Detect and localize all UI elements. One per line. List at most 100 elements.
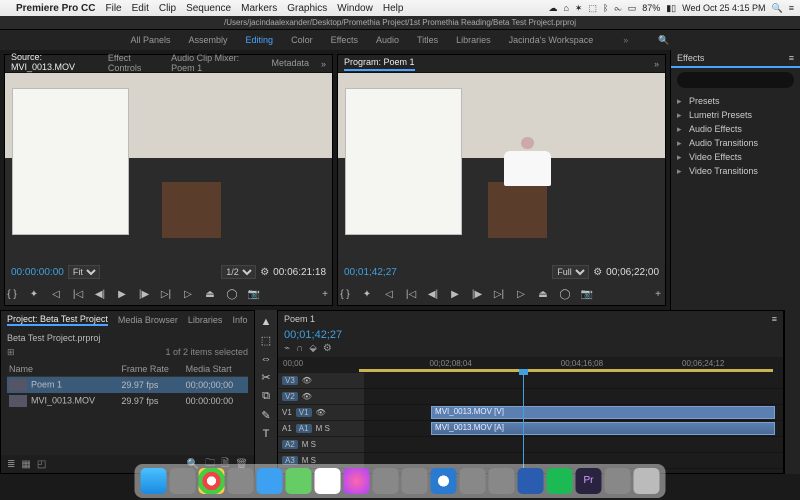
source-viewer[interactable]: [5, 73, 332, 261]
linked-selection-icon[interactable]: ∩: [296, 343, 303, 354]
spotlight-icon[interactable]: 🔍: [772, 3, 783, 14]
dock-premiere[interactable]: Pr: [576, 468, 602, 494]
marker-icon[interactable]: ⬙: [309, 343, 317, 354]
menu-clip[interactable]: Clip: [159, 3, 176, 14]
ws-assembly[interactable]: Assembly: [189, 35, 228, 45]
marker-button[interactable]: ✦: [360, 289, 374, 300]
libraries-tab[interactable]: Libraries: [188, 315, 223, 325]
program-tab[interactable]: Program: Poem 1: [344, 57, 415, 71]
track-a1[interactable]: A1A1M S: [278, 421, 364, 437]
export-frame-button[interactable]: 📷: [580, 289, 594, 300]
source-tab[interactable]: Source: MVI_0013.MOV: [11, 52, 96, 76]
ws-effects[interactable]: Effects: [331, 35, 358, 45]
playhead[interactable]: [523, 373, 524, 473]
play-button[interactable]: ▶: [115, 289, 129, 300]
effects-folder-audio-effects[interactable]: Audio Effects: [675, 122, 796, 136]
dock-word[interactable]: [518, 468, 544, 494]
panel-menu-icon[interactable]: »: [654, 59, 659, 69]
audio-clip[interactable]: MVI_0013.MOV [A]: [431, 422, 775, 435]
mark-in-button[interactable]: { }: [5, 289, 19, 300]
ws-editing[interactable]: Editing: [246, 35, 274, 45]
col-start[interactable]: Media Start: [184, 362, 248, 377]
button-editor-icon[interactable]: +: [651, 289, 665, 300]
dock-app[interactable]: [402, 468, 428, 494]
effects-folder-video-effects[interactable]: Video Effects: [675, 150, 796, 164]
dock-trash[interactable]: [634, 468, 660, 494]
video-clip[interactable]: MVI_0013.MOV [V]: [431, 406, 775, 419]
step-back-button[interactable]: |◁: [404, 289, 418, 300]
track-v3[interactable]: V3👁: [278, 373, 364, 389]
razor-tool[interactable]: ✂: [261, 371, 270, 384]
dock-maps[interactable]: [286, 468, 312, 494]
frame-fwd-button[interactable]: |▶: [137, 289, 151, 300]
dock-photos[interactable]: [315, 468, 341, 494]
lift-button[interactable]: ⏏: [536, 289, 550, 300]
project-item-sequence[interactable]: Poem 129.97 fps00;00;00;00: [7, 377, 248, 394]
step-fwd-button[interactable]: ▷|: [492, 289, 506, 300]
col-name[interactable]: Name: [7, 362, 119, 377]
dock-mail[interactable]: [257, 468, 283, 494]
extract-button[interactable]: ◯: [558, 289, 572, 300]
dropbox-icon[interactable]: ⬚: [588, 3, 597, 14]
sequence-name[interactable]: Poem 1: [284, 314, 315, 324]
panel-menu-icon[interactable]: ≡: [789, 53, 794, 63]
project-tab[interactable]: Project: Beta Test Project: [7, 314, 108, 326]
source-resolution-select[interactable]: 1/2: [221, 265, 256, 279]
settings-icon[interactable]: ⚙: [323, 343, 332, 354]
step-back-button[interactable]: |◁: [71, 289, 85, 300]
track-v2[interactable]: V2👁: [278, 389, 364, 405]
search-icon[interactable]: 🔍: [658, 35, 669, 46]
ws-libraries[interactable]: Libraries: [456, 35, 491, 45]
ripple-tool[interactable]: ⇔: [261, 353, 272, 365]
time-ruler[interactable]: 00;00 00;02;08;04 00;04;16;08 00;06;24;1…: [278, 357, 783, 373]
media-browser-tab[interactable]: Media Browser: [118, 315, 178, 325]
dock-app[interactable]: [228, 468, 254, 494]
program-viewer[interactable]: [338, 73, 665, 261]
track-select-tool[interactable]: ⬚: [261, 334, 271, 347]
settings-icon[interactable]: ⚙: [260, 267, 269, 278]
effects-folder-video-transitions[interactable]: Video Transitions: [675, 164, 796, 178]
icon-view-icon[interactable]: ▦: [21, 459, 30, 470]
export-frame-button[interactable]: 📷: [247, 289, 261, 300]
menu-file[interactable]: File: [105, 3, 121, 14]
panel-menu-icon[interactable]: ≡: [772, 314, 777, 324]
project-item-clip[interactable]: MVI_0013.MOV29.97 fps00:00:00:00: [7, 393, 248, 409]
dock-app[interactable]: [605, 468, 631, 494]
info-tab[interactable]: Info: [232, 315, 247, 325]
go-in-button[interactable]: ◁: [382, 289, 396, 300]
audio-clip-mixer-tab[interactable]: Audio Clip Mixer: Poem 1: [171, 53, 259, 75]
menu-sequence[interactable]: Sequence: [186, 3, 231, 14]
ws-audio[interactable]: Audio: [376, 35, 399, 45]
frame-fwd-button[interactable]: |▶: [470, 289, 484, 300]
selection-tool[interactable]: ▲: [261, 316, 272, 328]
dock-spotify[interactable]: [547, 468, 573, 494]
effects-folder-audio-transitions[interactable]: Audio Transitions: [675, 136, 796, 150]
work-area-bar[interactable]: [359, 369, 773, 372]
panel-menu-icon[interactable]: »: [321, 59, 326, 69]
dock-itunes[interactable]: [344, 468, 370, 494]
timeline-timecode[interactable]: 00;01;42;27: [278, 327, 783, 343]
workspace-overflow-icon[interactable]: »: [623, 35, 628, 45]
dock-safari[interactable]: [431, 468, 457, 494]
go-in-button[interactable]: ◁: [49, 289, 63, 300]
step-fwd-button[interactable]: ▷|: [159, 289, 173, 300]
effects-search[interactable]: [677, 72, 794, 88]
list-view-icon[interactable]: ≣: [7, 459, 15, 470]
bin-icon[interactable]: ⊞: [7, 347, 15, 358]
metadata-tab[interactable]: Metadata: [271, 58, 309, 70]
go-out-button[interactable]: ▷: [181, 289, 195, 300]
wifi-icon[interactable]: ⧜: [614, 3, 621, 14]
dock-app[interactable]: [170, 468, 196, 494]
track-v1[interactable]: V1V1👁: [278, 405, 364, 421]
dock-finder[interactable]: [141, 468, 167, 494]
source-fit-select[interactable]: Fit: [68, 265, 100, 279]
app-name[interactable]: Premiere Pro CC: [16, 3, 95, 14]
effects-folder-presets[interactable]: Presets: [675, 94, 796, 108]
go-out-button[interactable]: ▷: [514, 289, 528, 300]
pen-tool[interactable]: ✎: [261, 409, 270, 422]
button-editor-icon[interactable]: +: [318, 289, 332, 300]
snap-icon[interactable]: ⌁: [284, 343, 290, 354]
menu-help[interactable]: Help: [383, 3, 404, 14]
ws-all-panels[interactable]: All Panels: [131, 35, 171, 45]
freeform-view-icon[interactable]: ◰: [37, 459, 46, 470]
